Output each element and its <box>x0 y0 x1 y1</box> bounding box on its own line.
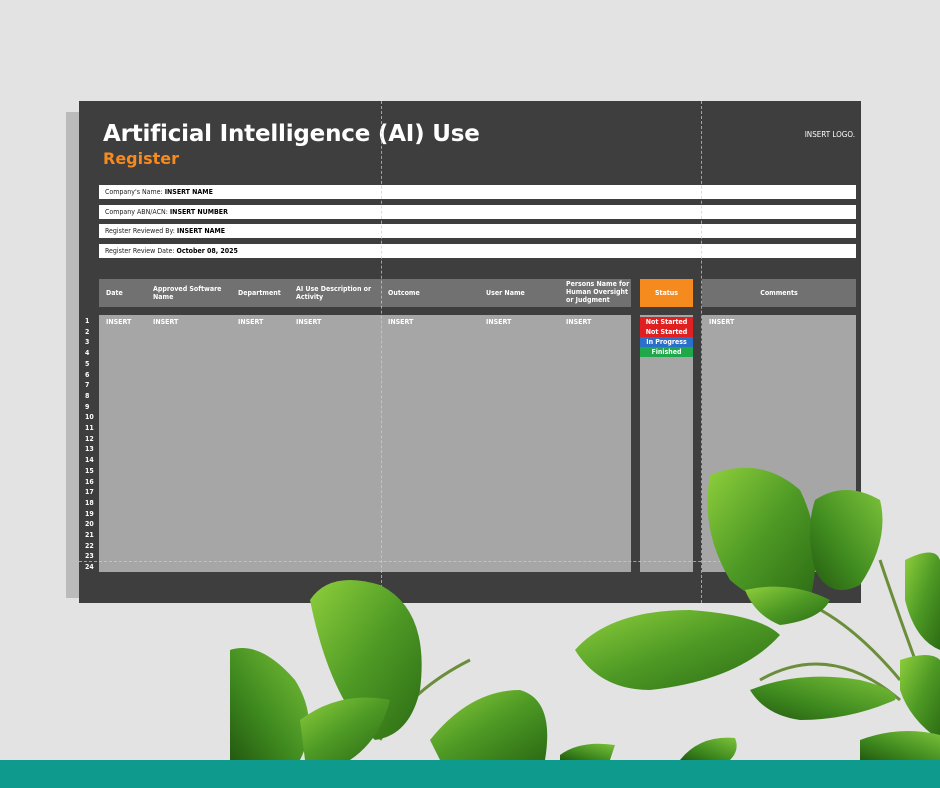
leaf <box>680 737 737 760</box>
leaf <box>900 655 940 740</box>
leaf <box>745 586 830 625</box>
leaf <box>560 743 615 760</box>
leaf <box>707 467 816 605</box>
leaf <box>860 731 940 760</box>
footer-band <box>0 760 940 788</box>
leaf <box>810 490 883 590</box>
leaf <box>905 552 940 650</box>
leaf <box>230 648 309 760</box>
leaf <box>575 610 780 690</box>
plant-decoration <box>230 467 940 760</box>
leaf <box>750 676 896 720</box>
leaf <box>430 690 548 760</box>
leaf <box>300 697 390 760</box>
